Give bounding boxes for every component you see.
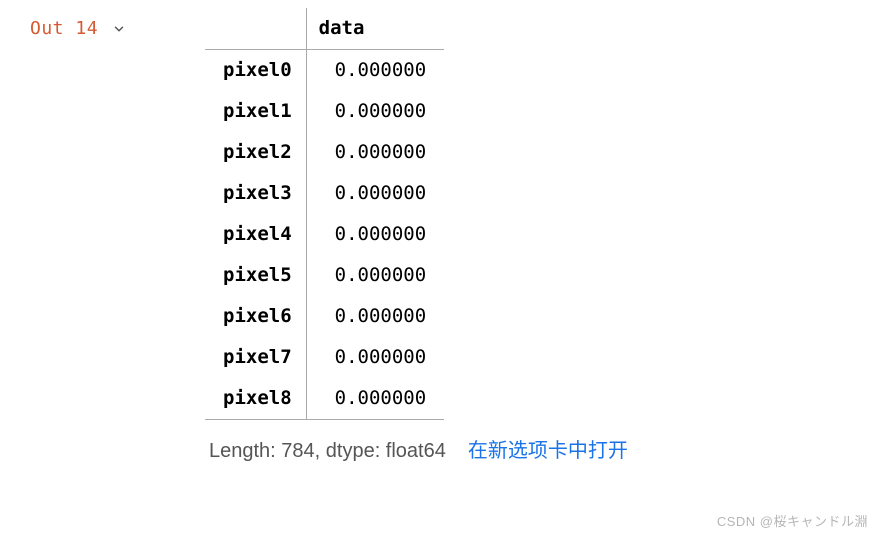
output-number: 14 xyxy=(75,18,98,39)
table-row: pixel30.000000 xyxy=(205,173,444,214)
row-index: pixel8 xyxy=(205,378,306,420)
row-value: 0.000000 xyxy=(306,378,444,420)
row-value: 0.000000 xyxy=(306,255,444,296)
row-value: 0.000000 xyxy=(306,91,444,132)
table-row: pixel40.000000 xyxy=(205,214,444,255)
watermark: CSDN @桜キャンドル淵 xyxy=(717,511,868,530)
row-index: pixel3 xyxy=(205,173,306,214)
row-index: pixel0 xyxy=(205,50,306,92)
row-value: 0.000000 xyxy=(306,296,444,337)
row-value: 0.000000 xyxy=(306,214,444,255)
table-row: pixel70.000000 xyxy=(205,337,444,378)
series-summary: Length: 784, dtype: float64 xyxy=(209,440,446,463)
row-value: 0.000000 xyxy=(306,173,444,214)
dataframe-table: data pixel00.000000pixel10.000000pixel20… xyxy=(205,8,444,420)
table-row: pixel00.000000 xyxy=(205,50,444,92)
collapse-toggle[interactable] xyxy=(112,18,126,36)
table-row: pixel80.000000 xyxy=(205,378,444,420)
table-corner-cell xyxy=(205,8,306,50)
output-prompt-label: Out 14 xyxy=(30,18,98,39)
table-row: pixel20.000000 xyxy=(205,132,444,173)
table-row: pixel60.000000 xyxy=(205,296,444,337)
row-index: pixel7 xyxy=(205,337,306,378)
row-value: 0.000000 xyxy=(306,50,444,92)
table-row: pixel10.000000 xyxy=(205,91,444,132)
output-word: Out xyxy=(30,18,64,39)
row-index: pixel4 xyxy=(205,214,306,255)
row-index: pixel2 xyxy=(205,132,306,173)
open-in-new-tab-link[interactable]: 在新选项卡中打开 xyxy=(468,434,628,463)
chevron-down-icon xyxy=(112,22,126,36)
row-index: pixel6 xyxy=(205,296,306,337)
row-index: pixel5 xyxy=(205,255,306,296)
table-header-row: data xyxy=(205,8,444,50)
table-row: pixel50.000000 xyxy=(205,255,444,296)
output-area: data pixel00.000000pixel10.000000pixel20… xyxy=(205,8,628,463)
row-value: 0.000000 xyxy=(306,132,444,173)
row-index: pixel1 xyxy=(205,91,306,132)
column-header: data xyxy=(306,8,444,50)
row-value: 0.000000 xyxy=(306,337,444,378)
